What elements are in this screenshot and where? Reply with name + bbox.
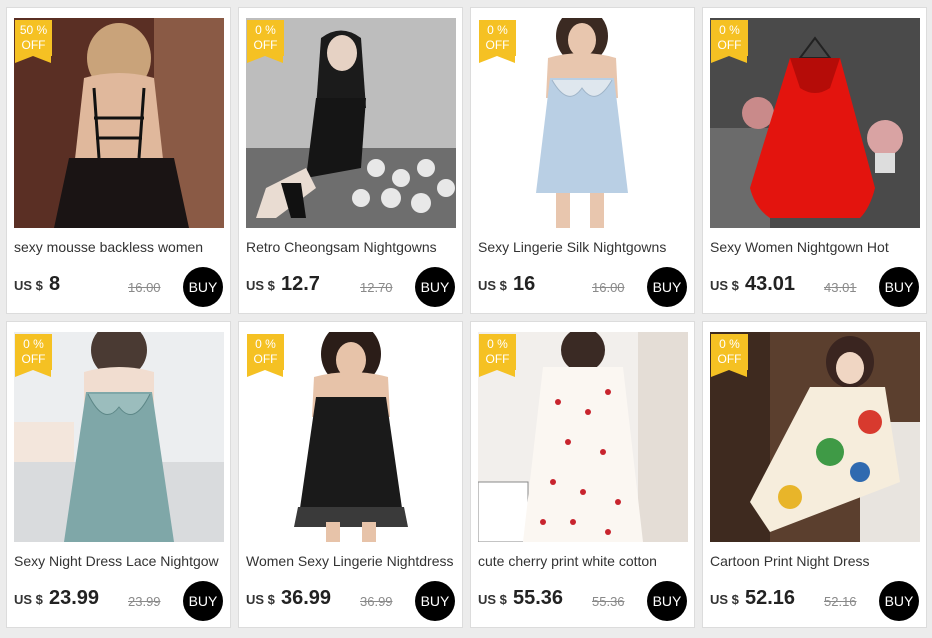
currency-label: US $	[478, 592, 507, 607]
currency-label: US $	[710, 592, 739, 607]
currency-label: US $	[14, 278, 43, 293]
product-image[interactable]: 0 % OFF	[14, 332, 224, 542]
product-price: 55.36	[513, 587, 564, 609]
product-grid: 50 % OFF sexy mousse backless women US $ …	[6, 7, 927, 628]
product-card[interactable]: 0 % OFF Sexy Night Dress Lace Nightgow US…	[6, 321, 231, 628]
currency-label: US $	[478, 278, 507, 293]
currency-label: US $	[14, 592, 43, 607]
discount-badge: 0 % OFF	[711, 20, 748, 63]
product-card[interactable]: 0 % OFF cute cherry print white cotton US…	[470, 321, 695, 628]
original-price: 36.99	[360, 594, 393, 609]
product-title[interactable]: Women Sexy Lingerie Nightdress	[246, 553, 458, 569]
product-image[interactable]: 0 % OFF	[246, 18, 456, 228]
original-price: 23.99	[128, 594, 161, 609]
currency-label: US $	[246, 592, 275, 607]
product-price: 43.01	[745, 273, 796, 295]
product-price: 12.7	[281, 273, 320, 295]
product-price: 52.16	[745, 587, 796, 609]
product-title[interactable]: Sexy Women Nightgown Hot	[710, 239, 922, 255]
original-price: 55.36	[592, 594, 625, 609]
discount-badge: 0 % OFF	[247, 20, 284, 63]
product-image[interactable]: 50 % OFF	[14, 18, 224, 228]
original-price: 52.16	[824, 594, 857, 609]
product-card[interactable]: 0 % OFF Cartoon Print Night Dress US $ 52…	[702, 321, 927, 628]
product-title[interactable]: Cartoon Print Night Dress	[710, 553, 922, 569]
discount-badge: 0 % OFF	[15, 334, 52, 377]
discount-badge: 50 % OFF	[15, 20, 52, 63]
product-image[interactable]: 0 % OFF	[246, 332, 456, 542]
product-title[interactable]: Sexy Lingerie Silk Nightgowns	[478, 239, 690, 255]
product-image[interactable]: 0 % OFF	[710, 18, 920, 228]
discount-badge: 0 % OFF	[479, 20, 516, 63]
buy-button[interactable]: BUY	[879, 581, 919, 621]
product-card[interactable]: 0 % OFF Sexy Lingerie Silk Nightgowns US …	[470, 7, 695, 314]
buy-button[interactable]: BUY	[183, 267, 223, 307]
buy-button[interactable]: BUY	[647, 267, 687, 307]
product-price: 23.99	[49, 587, 100, 609]
discount-badge: 0 % OFF	[247, 334, 284, 377]
product-card[interactable]: 0 % OFF Retro Cheongsam Nightgowns US $ 1…	[238, 7, 463, 314]
currency-label: US $	[246, 278, 275, 293]
original-price: 43.01	[824, 280, 857, 295]
product-price: 36.99	[281, 587, 332, 609]
buy-button[interactable]: BUY	[415, 267, 455, 307]
product-title[interactable]: sexy mousse backless women	[14, 239, 226, 255]
product-card[interactable]: 0 % OFF Sexy Women Nightgown Hot US $ 43.…	[702, 7, 927, 314]
product-price: 8	[49, 273, 61, 295]
buy-button[interactable]: BUY	[183, 581, 223, 621]
original-price: 16.00	[128, 280, 161, 295]
product-card[interactable]: 50 % OFF sexy mousse backless women US $ …	[6, 7, 231, 314]
product-card[interactable]: 0 % OFF Women Sexy Lingerie Nightdress US…	[238, 321, 463, 628]
product-title[interactable]: cute cherry print white cotton	[478, 553, 690, 569]
product-title[interactable]: Retro Cheongsam Nightgowns	[246, 239, 458, 255]
original-price: 12.70	[360, 280, 393, 295]
buy-button[interactable]: BUY	[879, 267, 919, 307]
currency-label: US $	[710, 278, 739, 293]
buy-button[interactable]: BUY	[647, 581, 687, 621]
product-image[interactable]: 0 % OFF	[478, 332, 688, 542]
product-title[interactable]: Sexy Night Dress Lace Nightgow	[14, 553, 226, 569]
discount-badge: 0 % OFF	[479, 334, 516, 377]
buy-button[interactable]: BUY	[415, 581, 455, 621]
product-image[interactable]: 0 % OFF	[710, 332, 920, 542]
product-price: 16	[513, 273, 536, 295]
product-image[interactable]: 0 % OFF	[478, 18, 688, 228]
discount-badge: 0 % OFF	[711, 334, 748, 377]
original-price: 16.00	[592, 280, 625, 295]
